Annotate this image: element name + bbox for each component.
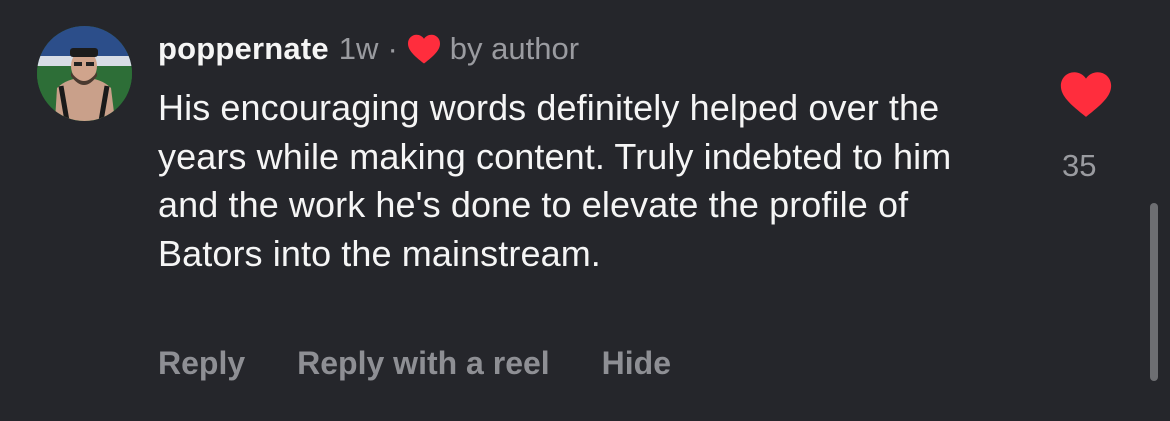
like-count: 35: [1062, 148, 1097, 183]
like-button[interactable]: [1058, 70, 1114, 118]
username[interactable]: poppernate: [158, 31, 329, 67]
separator: ·: [387, 31, 398, 66]
hide-button[interactable]: Hide: [602, 345, 671, 382]
comment-text: His encouraging words definitely helped …: [158, 87, 952, 274]
timestamp: 1w: [338, 31, 379, 66]
liked-by-author-label: by author: [449, 31, 580, 66]
comment-actions: Reply Reply with a reel Hide: [158, 345, 671, 382]
heart-icon: [1060, 72, 1112, 117]
scrollbar[interactable]: [1150, 203, 1158, 381]
avatar[interactable]: [37, 26, 132, 121]
avatar-image: [37, 26, 132, 121]
heart-icon: [407, 34, 440, 64]
reply-with-reel-button[interactable]: Reply with a reel: [297, 345, 550, 382]
comment-header: poppernate 1w · by author: [158, 28, 579, 70]
reply-button[interactable]: Reply: [158, 345, 245, 382]
